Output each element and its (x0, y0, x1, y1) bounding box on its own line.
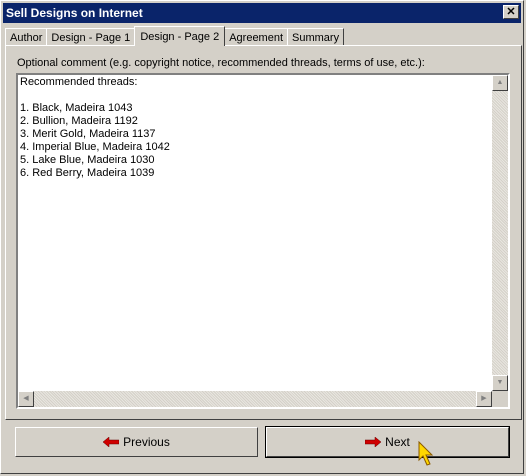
tab-design-page-1[interactable]: Design - Page 1 (46, 28, 136, 46)
scroll-down-button[interactable]: ▼ (492, 375, 508, 391)
horizontal-scrollbar[interactable]: ◀ ▶ (18, 391, 492, 407)
previous-label: Previous (123, 435, 170, 449)
close-icon: ✕ (506, 6, 516, 18)
scrollbar-corner (492, 391, 508, 407)
right-arrow-icon (365, 437, 382, 447)
scroll-up-button[interactable]: ▲ (492, 75, 508, 91)
dialog-window: Sell Designs on Internet ✕ Author Design… (0, 0, 524, 474)
scroll-right-button[interactable]: ▶ (476, 391, 492, 407)
tab-author[interactable]: Author (5, 28, 48, 46)
tab-summary[interactable]: Summary (287, 28, 345, 46)
title-bar[interactable]: Sell Designs on Internet ✕ (3, 3, 521, 23)
comment-textarea[interactable]: Recommended threads: 1. Black, Madeira 1… (16, 73, 510, 409)
left-arrow-icon (103, 437, 120, 447)
comment-text[interactable]: Recommended threads: 1. Black, Madeira 1… (20, 76, 170, 180)
vertical-scrollbar[interactable]: ▲ ▼ (492, 75, 508, 391)
scroll-left-button[interactable]: ◀ (18, 391, 34, 407)
window-title: Sell Designs on Internet (6, 6, 143, 20)
next-label: Next (385, 435, 410, 449)
tab-agreement[interactable]: Agreement (224, 28, 289, 46)
comment-label: Optional comment (e.g. copyright notice,… (17, 57, 425, 69)
tab-strip: Author Design - Page 1 Design - Page 2 A… (5, 26, 345, 46)
tab-panel: Optional comment (e.g. copyright notice,… (5, 45, 522, 420)
tab-design-page-2[interactable]: Design - Page 2 (134, 26, 226, 46)
previous-button[interactable]: Previous (15, 427, 258, 457)
close-button[interactable]: ✕ (503, 5, 519, 19)
mouse-pointer-icon (418, 441, 434, 466)
next-button[interactable]: Next (265, 426, 510, 458)
